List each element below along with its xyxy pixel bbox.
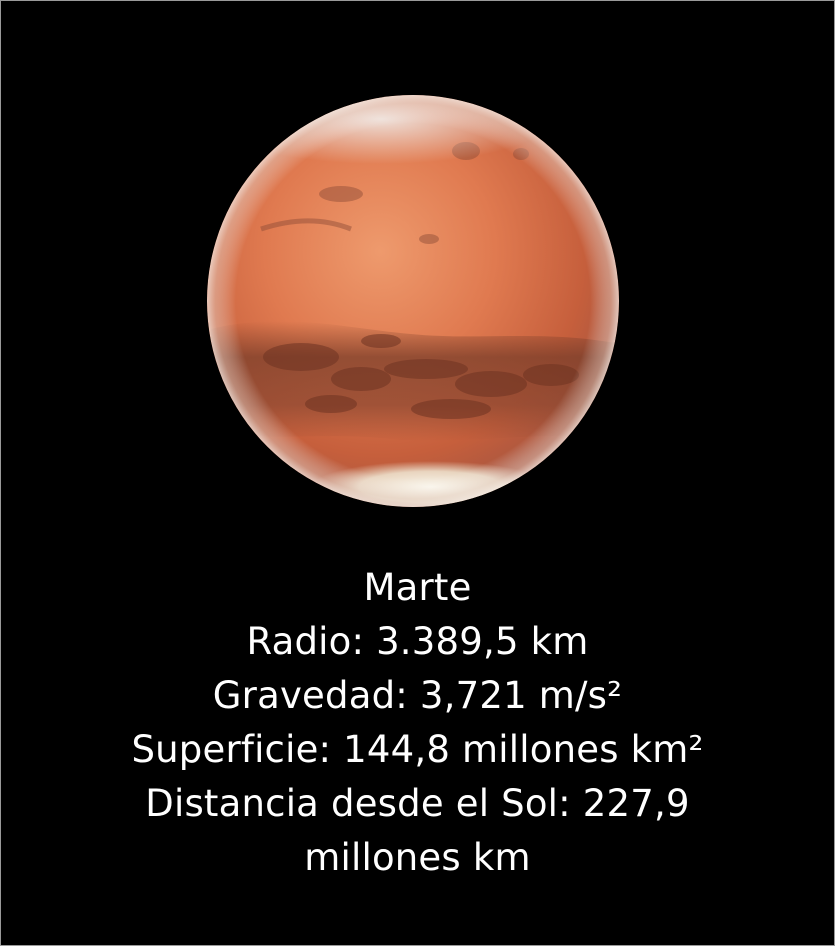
planet-name: Marte (363, 566, 472, 609)
radius-fact: Radio: 3.389,5 km (246, 620, 589, 663)
poster-frame: Marte Radio: 3.389,5 km Gravedad: 3,721 … (0, 0, 835, 946)
surface-fact: Superficie: 144,8 millones km² (131, 728, 704, 771)
distance-fact: Distancia desde el Sol: 227,9 millones k… (145, 782, 690, 879)
planet-facts: Marte Radio: 3.389,5 km Gravedad: 3,721 … (1, 561, 834, 885)
gravity-fact: Gravedad: 3,721 m/s² (212, 674, 623, 717)
mars-planet-image (191, 79, 635, 523)
